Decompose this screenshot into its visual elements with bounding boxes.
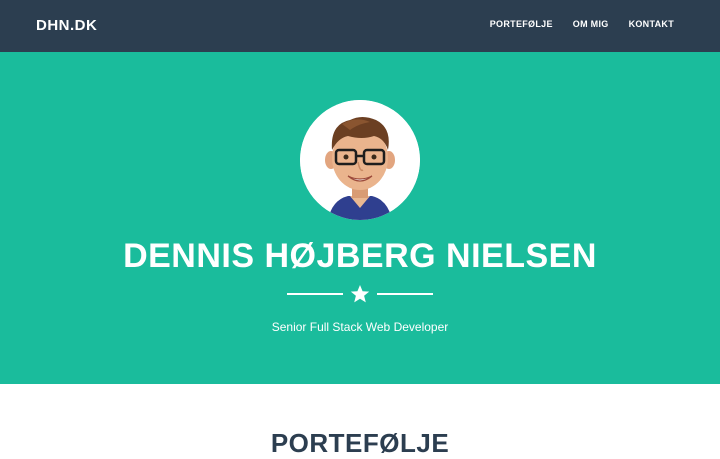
divider-line-right <box>377 293 433 295</box>
masthead: DENNIS HØJBERG NIELSEN Senior Full Stack… <box>0 52 720 384</box>
portfolio-heading: PORTEFØLJE <box>270 428 450 458</box>
nav-links: PORTEFØLJE OM MIG KONTAKT <box>490 19 674 29</box>
divider-line-left <box>287 293 343 295</box>
star-divider <box>287 284 433 304</box>
caricature-avatar-icon <box>300 100 420 220</box>
avatar <box>300 100 420 220</box>
masthead-heading: DENNIS HØJBERG NIELSEN <box>123 237 597 275</box>
masthead-subheading: Senior Full Stack Web Developer <box>271 320 449 334</box>
nav-link-contact[interactable]: KONTAKT <box>629 19 674 29</box>
nav-link-portfolio[interactable]: PORTEFØLJE <box>490 19 553 29</box>
nav-link-about[interactable]: OM MIG <box>573 19 609 29</box>
brand-link[interactable]: DHN.DK <box>36 17 97 34</box>
navbar: DHN.DK PORTEFØLJE OM MIG KONTAKT <box>0 0 720 52</box>
star-icon <box>350 285 370 303</box>
